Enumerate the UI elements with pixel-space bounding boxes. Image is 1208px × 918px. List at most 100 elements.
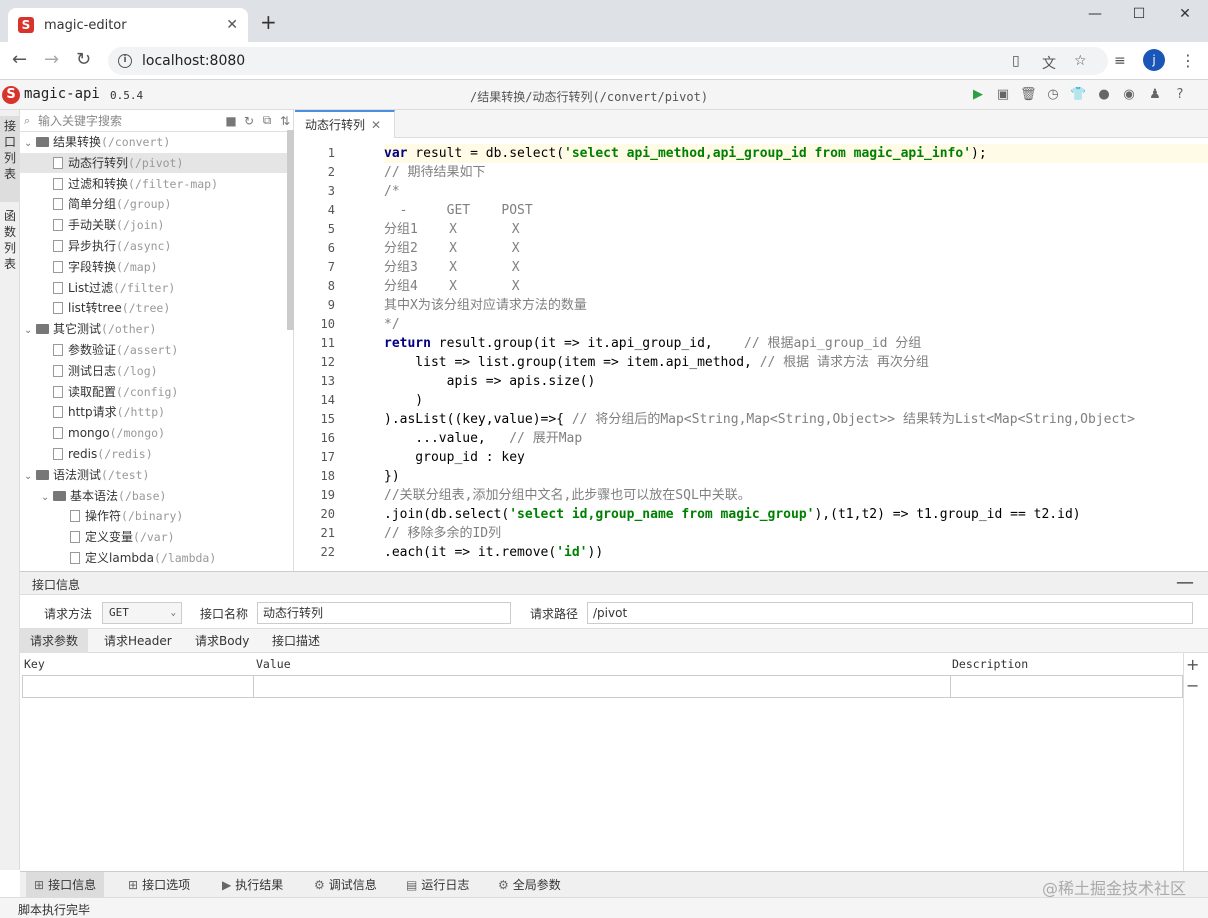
bottom-tab-run-log[interactable]: ▤ 运行日志 bbox=[398, 872, 477, 898]
bottom-tab-global-params[interactable]: ⚙ 全局参数 bbox=[490, 872, 569, 898]
tree-item[interactable]: 定义lambda(/lambda) bbox=[20, 548, 287, 568]
param-value-cell[interactable] bbox=[253, 675, 951, 698]
browser-tab[interactable]: S magic-editor ✕ bbox=[8, 8, 248, 42]
tree-item-name: 读取配置 bbox=[68, 384, 117, 399]
bottom-tab-run-result[interactable]: ▶ 执行结果 bbox=[214, 872, 291, 898]
tree-item[interactable]: 读取配置(/config) bbox=[20, 382, 287, 402]
tree-item-name: 定义lambda bbox=[85, 551, 154, 565]
minimize-panel-icon[interactable]: — bbox=[1176, 572, 1194, 593]
code-editor: 动态行转列 ✕ 1 2 3 4 5 6 7 8 9 10 11 12 13 14 15 16 17 18 19 20 21… bbox=[295, 110, 1208, 571]
close-tab-icon[interactable]: ✕ bbox=[226, 17, 238, 33]
file-icon bbox=[53, 260, 63, 273]
tree-item-path: (/test) bbox=[101, 467, 150, 482]
side-tab-api-list[interactable]: 接口列表 bbox=[0, 116, 20, 202]
param-key-cell[interactable] bbox=[22, 675, 254, 698]
delete-icon[interactable]: 🗑 bbox=[1020, 87, 1037, 103]
run-icon[interactable]: ▶ bbox=[970, 87, 986, 103]
api-tree-panel: ⌕ 输入关键字搜索 ■ ↻ ⧉ ⇅ ⌄ 结果转换(/convert) 动态行转列(/… bbox=[20, 110, 294, 571]
sort-icon[interactable]: ⇅ bbox=[276, 114, 293, 128]
history-icon[interactable]: ◷ bbox=[1045, 87, 1061, 103]
close-window-icon[interactable]: ✕ bbox=[1170, 6, 1200, 22]
help-icon[interactable]: ? bbox=[1172, 87, 1188, 103]
github-icon[interactable]: ◉ bbox=[1121, 87, 1137, 103]
tab-request-header[interactable]: 请求Header bbox=[94, 629, 182, 653]
tree-item[interactable]: ⌄ 基本语法(/base) bbox=[20, 486, 287, 506]
tree-item[interactable]: http请求(/http) bbox=[20, 402, 287, 422]
tree-item[interactable]: 操作符(/binary) bbox=[20, 506, 287, 526]
param-description-cell[interactable] bbox=[950, 675, 1183, 698]
tree-search-input[interactable]: 输入关键字搜索 bbox=[38, 112, 222, 129]
gitee-icon[interactable]: ● bbox=[1096, 87, 1112, 103]
tree-item[interactable]: 简单分组(/group) bbox=[20, 194, 287, 214]
minimize-window-icon[interactable]: — bbox=[1080, 6, 1110, 22]
tree-item-path: (/http) bbox=[116, 405, 166, 420]
bottom-tab-api-options[interactable]: ⊞ 接口选项 bbox=[120, 872, 198, 898]
file-icon bbox=[70, 531, 80, 544]
code-line: 分组2 X X bbox=[384, 241, 520, 256]
tree-item[interactable]: 测试日志(/log) bbox=[20, 361, 287, 381]
tree-item[interactable]: 动态行转列(/pivot) bbox=[20, 152, 287, 173]
profile-avatar[interactable]: j bbox=[1143, 49, 1165, 71]
search-icon: ⌕ bbox=[24, 113, 31, 127]
translate-icon[interactable]: 文 bbox=[1042, 53, 1056, 73]
editor-tab-active[interactable]: 动态行转列 ✕ bbox=[295, 110, 395, 138]
method-select[interactable]: GET ⌄ bbox=[102, 602, 182, 624]
browser-menu-icon[interactable]: ⋮ bbox=[1180, 51, 1196, 70]
collapse-all-icon[interactable]: ⧉ bbox=[258, 113, 276, 128]
refresh-icon[interactable]: ↻ bbox=[240, 114, 258, 128]
chevron-down-icon[interactable]: ⌄ bbox=[24, 467, 36, 487]
api-name-input[interactable]: 动态行转列 bbox=[257, 602, 511, 624]
file-icon bbox=[53, 406, 63, 419]
chevron-down-icon[interactable]: ⌄ bbox=[24, 134, 36, 154]
add-param-icon[interactable]: + bbox=[1186, 655, 1199, 674]
tree-item[interactable]: mongo(/mongo) bbox=[20, 423, 287, 443]
bottom-tabs: ⊞ 接口信息 ⊞ 接口选项 ▶ 执行结果 ⚙ 调试信息 ▤ 运行日志 ⚙ 全局参数 @稀土掘… bbox=[20, 871, 1208, 898]
bottom-tab-debug-info[interactable]: ⚙ 调试信息 bbox=[306, 872, 385, 898]
tree-item-name: http请求 bbox=[68, 405, 117, 420]
maximize-window-icon[interactable]: ☐ bbox=[1124, 6, 1154, 22]
new-folder-icon[interactable]: ■ bbox=[222, 114, 240, 128]
code-line: ) bbox=[384, 393, 424, 408]
file-icon bbox=[53, 198, 63, 211]
qq-icon[interactable]: ♟ bbox=[1147, 87, 1163, 103]
close-editor-tab-icon[interactable]: ✕ bbox=[371, 118, 381, 132]
tab-request-params[interactable]: 请求参数 bbox=[20, 629, 89, 653]
name-label: 接口名称 bbox=[200, 607, 249, 621]
bookmark-star-icon[interactable]: ☆ bbox=[1074, 53, 1087, 69]
api-path-input[interactable]: /pivot bbox=[587, 602, 1193, 624]
back-icon[interactable]: ← bbox=[12, 50, 27, 70]
tree-item[interactable]: 字段转换(/map) bbox=[20, 257, 287, 277]
tree-item[interactable]: list转tree(/tree) bbox=[20, 298, 287, 318]
chevron-down-icon[interactable]: ⌄ bbox=[41, 488, 53, 508]
address-bar[interactable]: i localhost:8080 bbox=[108, 47, 1108, 75]
save-icon[interactable]: ▣ bbox=[995, 87, 1011, 103]
tab-api-description[interactable]: 接口描述 bbox=[262, 629, 330, 653]
tree-item[interactable]: redis(/redis) bbox=[20, 444, 287, 464]
tree-item[interactable]: 定义变量(/var) bbox=[20, 527, 287, 547]
tab-request-body[interactable]: 请求Body bbox=[185, 629, 259, 653]
tree-item[interactable]: ⌄ 其它测试(/other) bbox=[20, 319, 287, 339]
tree-item[interactable]: ⌄ 语法测试(/test) bbox=[20, 465, 287, 485]
chevron-down-icon[interactable]: ⌄ bbox=[24, 321, 36, 341]
tree-item[interactable]: 过滤和转换(/filter-map) bbox=[20, 174, 287, 194]
clipboard-icon[interactable]: ▯ bbox=[1012, 53, 1020, 69]
code-area[interactable]: var result = db.select('select api_metho… bbox=[384, 138, 1208, 571]
tree-item[interactable]: 参数验证(/assert) bbox=[20, 340, 287, 360]
skin-icon[interactable]: 👕 bbox=[1070, 87, 1086, 103]
side-tab-function-list[interactable]: 函数列表 bbox=[0, 206, 20, 292]
remove-param-icon[interactable]: − bbox=[1186, 676, 1199, 695]
tree-scrollbar[interactable] bbox=[287, 130, 294, 330]
site-info-icon[interactable]: i bbox=[118, 54, 132, 68]
column-header-key: Key bbox=[24, 657, 45, 671]
tree-item[interactable]: ⌄ 结果转换(/convert) bbox=[20, 132, 287, 152]
tree-item[interactable]: 异步执行(/async) bbox=[20, 236, 287, 256]
reload-icon[interactable]: ↻ bbox=[76, 50, 91, 70]
file-icon bbox=[53, 156, 63, 169]
new-tab-icon[interactable]: + bbox=[260, 12, 277, 32]
tree-item[interactable]: 手动关联(/join) bbox=[20, 215, 287, 235]
forward-icon[interactable]: → bbox=[44, 50, 59, 70]
tree-item[interactable]: List过滤(/filter) bbox=[20, 278, 287, 298]
bottom-tab-api-info[interactable]: ⊞ 接口信息 bbox=[26, 872, 105, 898]
media-queue-icon[interactable]: ≡ bbox=[1114, 53, 1126, 69]
file-icon bbox=[53, 448, 63, 460]
